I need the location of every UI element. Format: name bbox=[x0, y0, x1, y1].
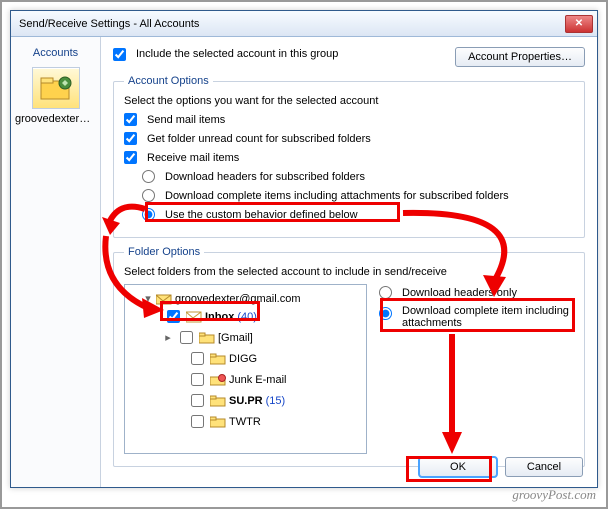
expand-icon[interactable]: ▾ bbox=[143, 292, 153, 305]
sidebar-header: Accounts bbox=[15, 43, 96, 67]
ok-button[interactable]: OK bbox=[419, 457, 497, 477]
gmail-checkbox[interactable] bbox=[180, 331, 193, 344]
include-account-checkbox[interactable] bbox=[113, 48, 126, 61]
main-panel: Include the selected account in this gro… bbox=[101, 37, 597, 487]
close-button[interactable]: ✕ bbox=[565, 15, 593, 33]
dialog-footer: OK Cancel bbox=[419, 457, 583, 477]
dl-headers-label: Download headers for subscribed folders bbox=[165, 171, 365, 183]
dl-headers-only-label: Download headers only bbox=[402, 287, 517, 299]
receive-mail-row[interactable]: Receive mail items bbox=[124, 151, 574, 164]
get-unread-row[interactable]: Get folder unread count for subscribed f… bbox=[124, 132, 574, 145]
dl-headers-only-row[interactable]: Download headers only bbox=[379, 286, 574, 299]
dl-complete-item-label: Download complete item including attachm… bbox=[402, 305, 574, 329]
include-account-label: Include the selected account in this gro… bbox=[136, 48, 338, 60]
dl-complete-row[interactable]: Download complete items including attach… bbox=[142, 189, 574, 202]
folder-options-group: Folder Options Select folders from the s… bbox=[113, 246, 585, 467]
digg-label: DIGG bbox=[229, 353, 257, 365]
tree-digg[interactable]: DIGG bbox=[187, 348, 362, 369]
send-mail-row[interactable]: Send mail items bbox=[124, 113, 574, 126]
twtr-label: TWTR bbox=[229, 416, 261, 428]
titlebar[interactable]: Send/Receive Settings - All Accounts ✕ bbox=[11, 11, 597, 37]
tree-supr[interactable]: SU.PR (15) bbox=[187, 390, 362, 411]
window-title: Send/Receive Settings - All Accounts bbox=[19, 18, 565, 30]
digg-checkbox[interactable] bbox=[191, 352, 204, 365]
tree-inbox[interactable]: Inbox (40) bbox=[163, 306, 362, 327]
expand-icon[interactable]: ▸ bbox=[163, 331, 173, 344]
include-account-row[interactable]: Include the selected account in this gro… bbox=[113, 48, 338, 61]
download-options: Download headers only Download complete … bbox=[379, 284, 574, 454]
folder-icon bbox=[210, 353, 226, 365]
cancel-button[interactable]: Cancel bbox=[505, 457, 583, 477]
dl-complete-label: Download complete items including attach… bbox=[165, 190, 509, 202]
account-options-legend: Account Options bbox=[124, 75, 213, 87]
inbox-count: (40) bbox=[237, 311, 257, 323]
gmail-label: [Gmail] bbox=[218, 332, 253, 344]
receive-mail-checkbox[interactable] bbox=[124, 151, 137, 164]
tree-junk[interactable]: Junk E-mail bbox=[187, 369, 362, 390]
inbox-checkbox[interactable] bbox=[167, 310, 180, 323]
get-unread-checkbox[interactable] bbox=[124, 132, 137, 145]
twtr-checkbox[interactable] bbox=[191, 415, 204, 428]
folder-tree[interactable]: ▾ groovedexter@gmail.com Inbox (40) bbox=[124, 284, 367, 454]
dl-headers-row[interactable]: Download headers for subscribed folders bbox=[142, 170, 574, 183]
watermark: groovyPost.com bbox=[512, 487, 596, 503]
tree-root-label: groovedexter@gmail.com bbox=[175, 293, 301, 305]
folder-icon bbox=[210, 395, 226, 407]
folder-options-legend: Folder Options bbox=[124, 246, 204, 258]
tree-twtr[interactable]: TWTR bbox=[187, 411, 362, 432]
junk-checkbox[interactable] bbox=[191, 373, 204, 386]
dl-complete-item-row[interactable]: Download complete item including attachm… bbox=[379, 305, 574, 329]
dl-headers-only-radio[interactable] bbox=[379, 286, 392, 299]
folder-icon bbox=[199, 332, 215, 344]
folder-options-intro: Select folders from the selected account… bbox=[124, 266, 574, 278]
tree-gmail[interactable]: ▸ [Gmail] bbox=[163, 327, 362, 348]
junk-label: Junk E-mail bbox=[229, 374, 286, 386]
mailbox-icon bbox=[156, 293, 172, 305]
get-unread-label: Get folder unread count for subscribed f… bbox=[147, 133, 371, 145]
account-options-intro: Select the options you want for the sele… bbox=[124, 95, 574, 107]
dl-complete-item-radio[interactable] bbox=[379, 307, 392, 320]
account-label[interactable]: groovedexter@… bbox=[15, 113, 96, 125]
use-custom-label: Use the custom behavior defined below bbox=[165, 209, 358, 221]
dl-headers-radio[interactable] bbox=[142, 170, 155, 183]
inbox-label: Inbox bbox=[205, 311, 234, 323]
inbox-icon bbox=[186, 311, 202, 323]
account-icon[interactable] bbox=[32, 67, 80, 109]
supr-checkbox[interactable] bbox=[191, 394, 204, 407]
junk-icon bbox=[210, 374, 226, 386]
dl-complete-radio[interactable] bbox=[142, 189, 155, 202]
tree-root[interactable]: ▾ groovedexter@gmail.com bbox=[143, 291, 362, 306]
receive-mail-label: Receive mail items bbox=[147, 152, 239, 164]
use-custom-row[interactable]: Use the custom behavior defined below bbox=[142, 208, 574, 221]
account-options-group: Account Options Select the options you w… bbox=[113, 75, 585, 238]
dialog-window: Send/Receive Settings - All Accounts ✕ A… bbox=[10, 10, 598, 488]
supr-label: SU.PR bbox=[229, 395, 263, 407]
accounts-sidebar: Accounts groovedexter@… bbox=[11, 37, 101, 487]
send-mail-checkbox[interactable] bbox=[124, 113, 137, 126]
account-properties-button[interactable]: Account Properties… bbox=[455, 47, 585, 67]
use-custom-radio[interactable] bbox=[142, 208, 155, 221]
supr-count: (15) bbox=[266, 395, 286, 407]
folder-icon bbox=[210, 416, 226, 428]
send-mail-label: Send mail items bbox=[147, 114, 225, 126]
